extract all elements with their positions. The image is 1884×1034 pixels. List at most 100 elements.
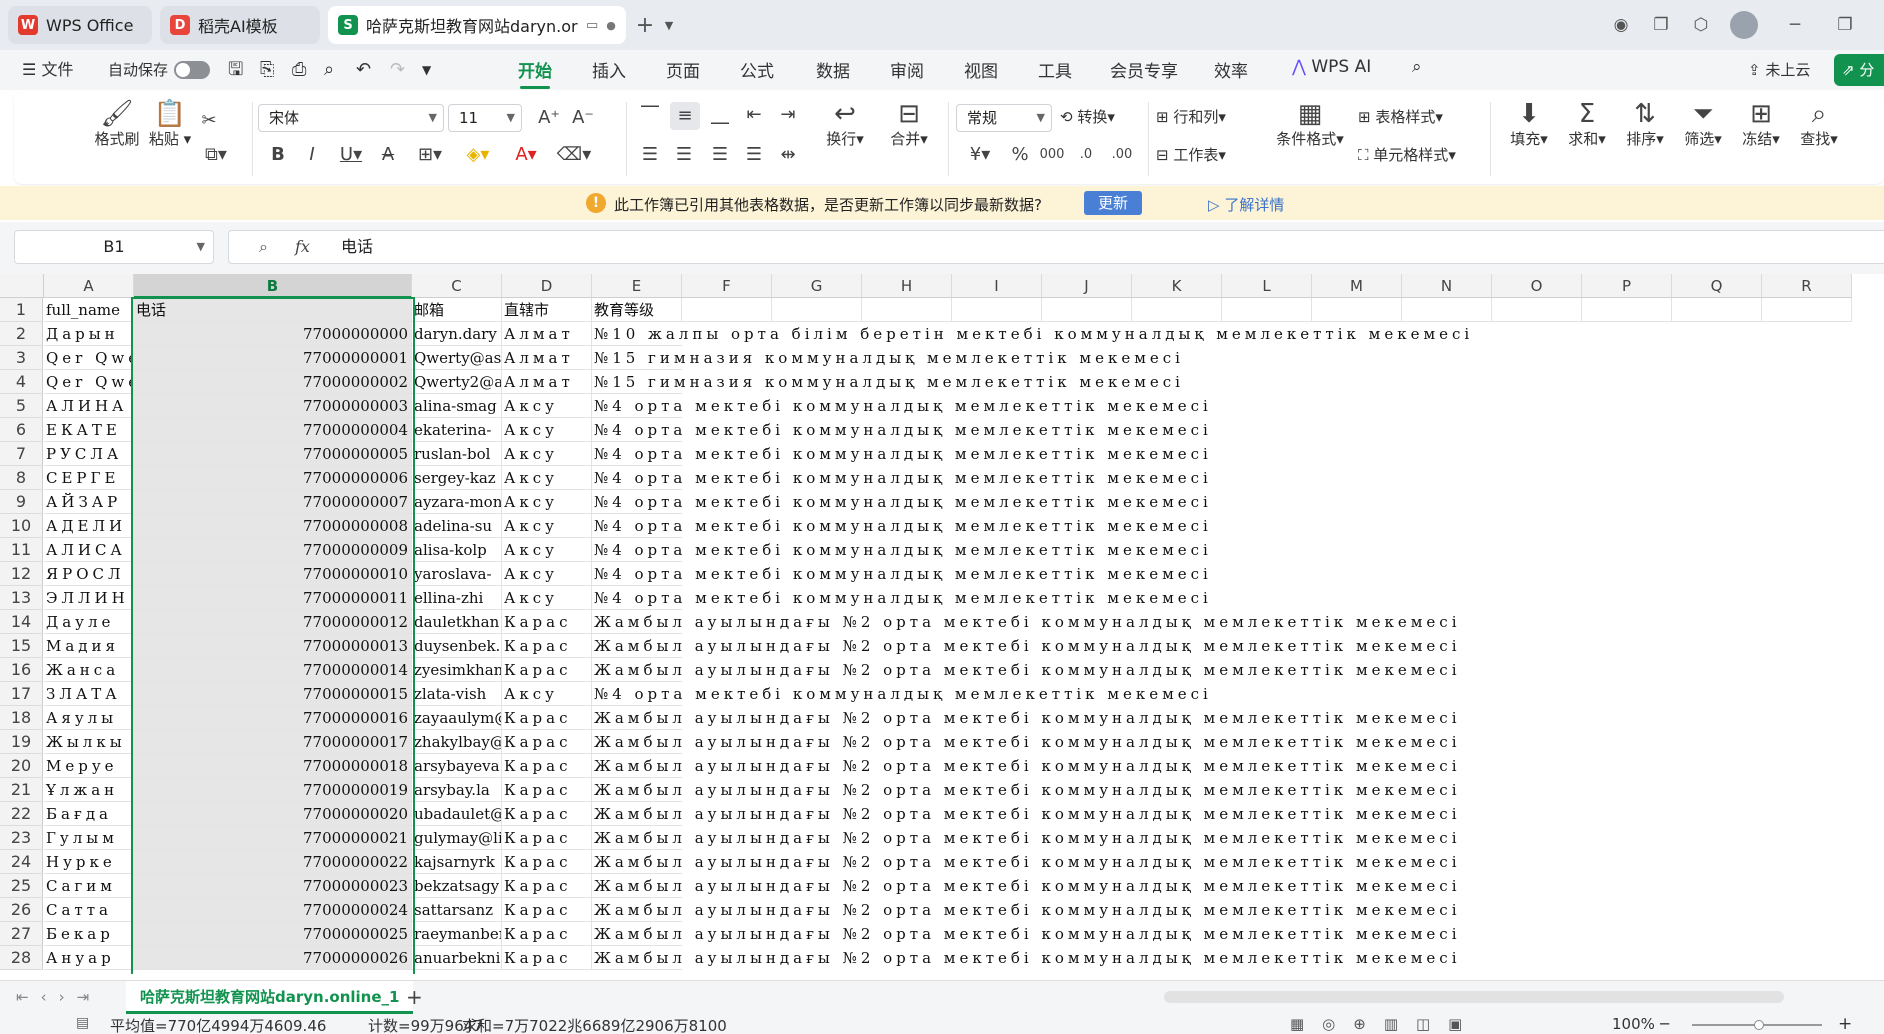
row-header[interactable]: 1 bbox=[0, 298, 43, 322]
cell-b24[interactable]: 77000000022 bbox=[134, 850, 412, 874]
learn-more-link[interactable]: ▷ 了解详情 bbox=[1208, 194, 1284, 215]
column-header-l[interactable]: L bbox=[1222, 274, 1312, 298]
user-avatar[interactable] bbox=[1730, 11, 1758, 39]
cell-a8[interactable]: СЕРГЕ bbox=[44, 466, 134, 490]
cell-c24[interactable]: kajsarnyrk bbox=[412, 850, 502, 874]
cell-b3[interactable]: 77000000001 bbox=[134, 346, 412, 370]
row-header[interactable]: 20 bbox=[0, 754, 43, 778]
cell-b26[interactable]: 77000000024 bbox=[134, 898, 412, 922]
align-left-icon[interactable]: ☰ bbox=[636, 144, 664, 166]
row-header[interactable]: 8 bbox=[0, 466, 43, 490]
thousands-separator-icon[interactable]: 000 bbox=[1038, 144, 1066, 166]
cell-e9[interactable]: №4 орта мектебі коммуналдық мемлекеттік … bbox=[592, 490, 1208, 514]
cell-d27[interactable]: Карас bbox=[502, 922, 592, 946]
cell-b7[interactable]: 77000000005 bbox=[134, 442, 412, 466]
column-header-n[interactable]: N bbox=[1402, 274, 1492, 298]
copy-icon[interactable]: ⧉▾ bbox=[196, 144, 236, 166]
empty-cell[interactable] bbox=[1402, 298, 1492, 322]
zoom-level[interactable]: 100% bbox=[1612, 1015, 1655, 1033]
cell-e3[interactable]: №15 гимназия коммуналдық мемлекеттік мек… bbox=[592, 346, 1180, 370]
cell-c22[interactable]: ubadaulet@ bbox=[412, 802, 502, 826]
cell-a9[interactable]: АЙЗАР bbox=[44, 490, 134, 514]
empty-cell[interactable] bbox=[1132, 298, 1222, 322]
empty-cell[interactable] bbox=[1672, 298, 1762, 322]
name-box[interactable]: B1 ▼ bbox=[14, 230, 214, 264]
cut-icon[interactable]: ✂ bbox=[194, 110, 224, 132]
cell-a25[interactable]: Сагим bbox=[44, 874, 134, 898]
font-size-select[interactable]: 11 ▼ bbox=[448, 104, 522, 132]
zoom-formula-icon[interactable]: ⌕ bbox=[259, 231, 268, 263]
column-header-p[interactable]: P bbox=[1582, 274, 1672, 298]
cell-a22[interactable]: Бағда bbox=[44, 802, 134, 826]
add-sheet-icon[interactable]: + bbox=[406, 985, 423, 1009]
cell-d15[interactable]: Карас bbox=[502, 634, 592, 658]
row-header[interactable]: 6 bbox=[0, 418, 43, 442]
cell-c7[interactable]: ruslan-bol bbox=[412, 442, 502, 466]
cell-d8[interactable]: Аксу bbox=[502, 466, 592, 490]
cell-d18[interactable]: Карас bbox=[502, 706, 592, 730]
row-header[interactable]: 14 bbox=[0, 610, 43, 634]
cell-c28[interactable]: anuarbekni bbox=[412, 946, 502, 970]
cell-a18[interactable]: Аяулы bbox=[44, 706, 134, 730]
cell-b23[interactable]: 77000000021 bbox=[134, 826, 412, 850]
view-mode-icons[interactable]: ▦◎⊕▥◫▣ bbox=[1290, 1015, 1480, 1033]
tab-member[interactable]: 会员专享 bbox=[1110, 57, 1178, 82]
percent-icon[interactable]: % bbox=[1008, 144, 1032, 166]
paste-button[interactable]: 📋 粘贴 ▾ bbox=[138, 100, 202, 149]
row-header[interactable]: 21 bbox=[0, 778, 43, 802]
fill-button[interactable]: ⬇ 填充▾ bbox=[1504, 100, 1554, 149]
cell-b27[interactable]: 77000000025 bbox=[134, 922, 412, 946]
row-header[interactable]: 3 bbox=[0, 346, 43, 370]
undo-icon[interactable]: ↶ bbox=[356, 58, 371, 82]
cell-e4[interactable]: №15 гимназия коммуналдық мемлекеттік мек… bbox=[592, 370, 1180, 394]
print-preview-icon[interactable]: ⌕ bbox=[324, 58, 334, 82]
column-header-c[interactable]: C bbox=[412, 274, 502, 298]
cell-b9[interactable]: 77000000007 bbox=[134, 490, 412, 514]
empty-cell[interactable] bbox=[952, 298, 1042, 322]
cell-c13[interactable]: ellina-zhi bbox=[412, 586, 502, 610]
cell-a19[interactable]: Жылкы bbox=[44, 730, 134, 754]
sort-button[interactable]: ⇅ 排序▾ bbox=[1620, 100, 1670, 149]
cell-b12[interactable]: 77000000010 bbox=[134, 562, 412, 586]
new-tab-plus-icon[interactable]: + bbox=[632, 12, 658, 38]
cell-a21[interactable]: Ұлжан bbox=[44, 778, 134, 802]
row-header[interactable]: 24 bbox=[0, 850, 43, 874]
cell-b6[interactable]: 77000000004 bbox=[134, 418, 412, 442]
column-header-e[interactable]: E bbox=[592, 274, 682, 298]
cell-a4[interactable]: Qer Qweqe bbox=[44, 370, 134, 394]
empty-cell[interactable] bbox=[772, 298, 862, 322]
cell-e23[interactable]: Жамбыл ауылындағы №2 орта мектебі коммун… bbox=[592, 826, 1457, 850]
cell-d16[interactable]: Карас bbox=[502, 658, 592, 682]
justify-icon[interactable]: ☰ bbox=[740, 144, 768, 166]
cell-c14[interactable]: dauletkhan bbox=[412, 610, 502, 634]
tab-tools[interactable]: 工具 bbox=[1038, 57, 1072, 82]
empty-cell[interactable] bbox=[1492, 298, 1582, 322]
align-right-icon[interactable]: ☰ bbox=[706, 144, 734, 166]
cell-b10[interactable]: 77000000008 bbox=[134, 514, 412, 538]
empty-cell[interactable] bbox=[1582, 298, 1672, 322]
row-header[interactable]: 2 bbox=[0, 322, 43, 346]
empty-cell[interactable] bbox=[1042, 298, 1132, 322]
cell-b5[interactable]: 77000000003 bbox=[134, 394, 412, 418]
restore-window-icon[interactable]: ❐ bbox=[1832, 12, 1858, 38]
row-header[interactable]: 13 bbox=[0, 586, 43, 610]
autosave-toggle[interactable] bbox=[174, 61, 210, 79]
decrease-font-icon[interactable]: A⁻ bbox=[568, 107, 598, 129]
column-header-r[interactable]: R bbox=[1762, 274, 1852, 298]
bold-icon[interactable]: B bbox=[266, 144, 290, 166]
column-header-b[interactable]: B bbox=[134, 274, 412, 298]
increase-indent-icon[interactable]: ⇥ bbox=[774, 104, 802, 126]
cell-c6[interactable]: ekaterina- bbox=[412, 418, 502, 442]
cell-c12[interactable]: yaroslava- bbox=[412, 562, 502, 586]
cell-d23[interactable]: Карас bbox=[502, 826, 592, 850]
cell-b16[interactable]: 77000000014 bbox=[134, 658, 412, 682]
cell-b2[interactable]: 77000000000 bbox=[134, 322, 412, 346]
cell-b18[interactable]: 77000000016 bbox=[134, 706, 412, 730]
cell-e22[interactable]: Жамбыл ауылындағы №2 орта мектебі коммун… bbox=[592, 802, 1457, 826]
cell-a10[interactable]: АДЕЛИ bbox=[44, 514, 134, 538]
cell-e17[interactable]: №4 орта мектебі коммуналдық мемлекеттік … bbox=[592, 682, 1208, 706]
tab-efficiency[interactable]: 效率 bbox=[1214, 57, 1248, 82]
conditional-format-button[interactable]: ▦ 条件格式▾ bbox=[1270, 100, 1350, 149]
cell-e19[interactable]: Жамбыл ауылындағы №2 орта мектебі коммун… bbox=[592, 730, 1457, 754]
cell-b4[interactable]: 77000000002 bbox=[134, 370, 412, 394]
